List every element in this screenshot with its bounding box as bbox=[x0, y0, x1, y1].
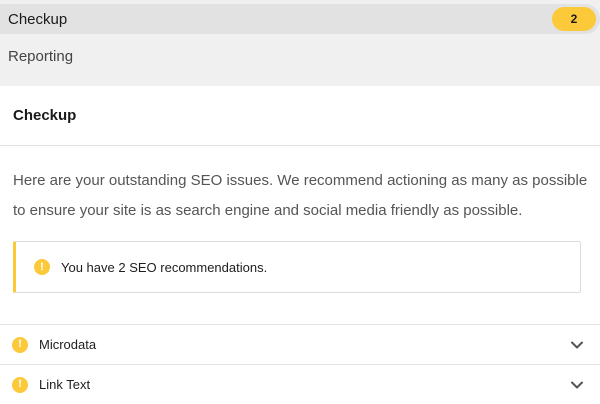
issue-row-link-text[interactable]: ! Link Text bbox=[0, 364, 600, 404]
warning-icon: ! bbox=[12, 336, 28, 353]
intro-text: Here are your outstanding SEO issues. We… bbox=[13, 172, 588, 219]
warning-icon: ! bbox=[12, 376, 28, 393]
nav-item-reporting[interactable]: Reporting bbox=[0, 41, 600, 71]
nav-item-checkup-label: Checkup bbox=[8, 10, 68, 28]
chevron-down-icon[interactable] bbox=[570, 338, 584, 352]
card-title: Checkup bbox=[0, 86, 600, 146]
issue-count-badge: 2 bbox=[552, 7, 596, 31]
chevron-down-icon[interactable] bbox=[570, 378, 584, 392]
issue-label: Link Text bbox=[39, 377, 91, 392]
warning-icon: ! bbox=[34, 259, 50, 275]
issue-row-microdata[interactable]: ! Microdata bbox=[0, 324, 600, 364]
nav-item-reporting-label: Reporting bbox=[8, 47, 74, 65]
notice-text: You have 2 SEO recommendations. bbox=[61, 259, 268, 275]
side-nav: Checkup 2 Reporting bbox=[0, 0, 600, 86]
recommendations-notice: ! You have 2 SEO recommendations. bbox=[13, 241, 581, 293]
nav-item-checkup[interactable]: Checkup 2 bbox=[0, 4, 600, 34]
issue-label: Microdata bbox=[39, 337, 97, 352]
